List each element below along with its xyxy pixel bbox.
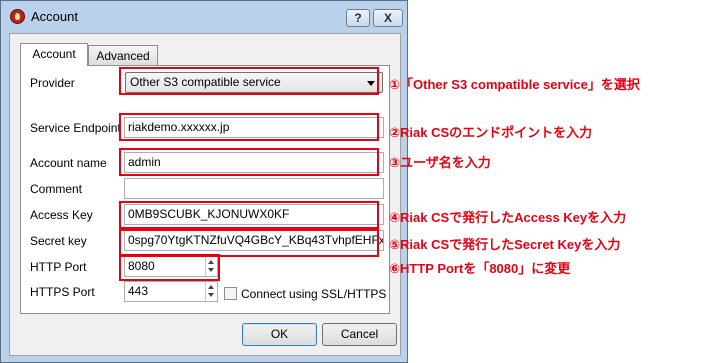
annotation-provider: ①「Other S3 compatible service」を選択 xyxy=(389,77,640,92)
title-bar[interactable]: Account ? X xyxy=(1,1,407,33)
ssl-checkbox-label[interactable]: Connect using SSL/HTTPS xyxy=(241,287,386,301)
tab-account[interactable]: Account xyxy=(20,43,88,66)
annotation-secret-key: ⑤Riak CSで発行したSecret Keyを入力 xyxy=(389,237,621,252)
tab-advanced[interactable]: Advanced xyxy=(88,45,158,66)
spin-up-icon[interactable] xyxy=(208,285,214,289)
annotation-endpoint: ②Riak CSのエンドポイントを入力 xyxy=(389,125,593,140)
account-name-label: Account name xyxy=(30,156,107,170)
service-endpoint-label: Service Endpoint xyxy=(30,121,121,135)
app-icon xyxy=(10,9,25,24)
provider-highlight xyxy=(119,67,379,95)
account-name-highlight xyxy=(119,148,379,176)
spin-buttons[interactable] xyxy=(205,282,217,301)
access-key-label: Access Key xyxy=(30,208,93,222)
account-dialog: Account ? X Account Advanced Provider Ot… xyxy=(0,0,408,363)
annotation-access-key: ④Riak CSで発行したAccess Keyを入力 xyxy=(389,210,627,225)
annotation-http-port: ⑥HTTP Portを「8080」に変更 xyxy=(389,261,571,276)
secret-key-label: Secret key xyxy=(30,234,87,248)
annotation-account-name: ③ユーザ名を入力 xyxy=(389,155,491,170)
https-port-stepper[interactable]: 443 xyxy=(124,281,218,302)
service-endpoint-highlight xyxy=(119,113,379,141)
provider-label: Provider xyxy=(30,76,75,90)
comment-field[interactable] xyxy=(124,178,384,199)
access-key-highlight xyxy=(119,201,379,229)
ssl-checkbox[interactable] xyxy=(224,287,237,300)
close-button[interactable]: X xyxy=(373,9,403,27)
https-port-label: HTTPS Port xyxy=(30,285,95,299)
comment-label: Comment xyxy=(30,182,83,196)
spin-down-icon[interactable] xyxy=(208,293,214,297)
http-port-highlight xyxy=(119,254,220,281)
window-title: Account xyxy=(31,9,78,24)
cancel-button[interactable]: Cancel xyxy=(322,323,397,346)
https-port-value: 443 xyxy=(128,284,149,298)
secret-key-highlight xyxy=(119,229,379,257)
ok-button[interactable]: OK xyxy=(242,323,317,346)
http-port-label: HTTP Port xyxy=(30,260,87,274)
help-button[interactable]: ? xyxy=(346,9,370,27)
